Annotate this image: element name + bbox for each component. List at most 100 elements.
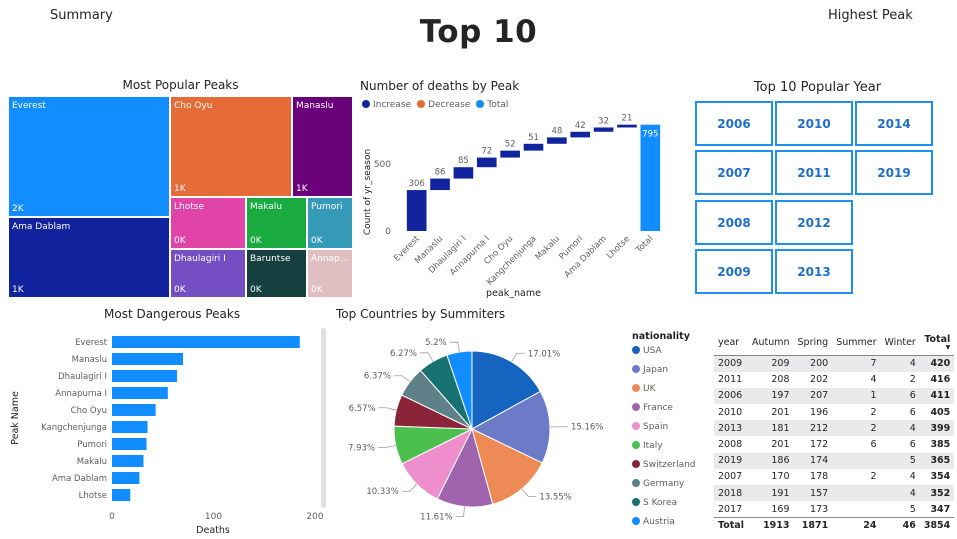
matrix-header-year[interactable]: year <box>714 334 748 356</box>
deaths-waterfall-chart: Count of yr_season 0500306Everest86Manasl… <box>363 114 661 299</box>
legend-label: Italy <box>643 441 663 451</box>
bar-chart-scrollbar[interactable] <box>321 328 326 508</box>
table-row: 2018 191 157 4 352 <box>714 485 955 502</box>
pie-data-label: 13.55% <box>539 493 571 503</box>
pie-legend-item-france[interactable]: France <box>632 403 673 413</box>
pie-legend-item-austria[interactable]: Austria <box>632 517 675 527</box>
treemap-cell-value: 1K <box>12 285 24 295</box>
treemap-cell-makalu[interactable]: Makalu 0K <box>246 197 307 249</box>
legend-label: USA <box>643 346 662 356</box>
bar-ama-dablam[interactable] <box>112 472 140 484</box>
treemap-cell-everest[interactable]: Everest 2K <box>8 96 170 217</box>
bar-kangchenjunga[interactable] <box>112 421 148 433</box>
bar-chart-title: Most Dangerous Peaks <box>104 307 241 321</box>
table-row: 2009 209 200 7 4 420 <box>714 355 955 372</box>
legend-dot-icon <box>476 100 485 108</box>
treemap-cell-baruntse[interactable]: Baruntse 0K <box>246 249 307 298</box>
treemap-cell-lhotse[interactable]: Lhotse 0K <box>170 197 246 249</box>
table-cell: 399 <box>919 420 955 437</box>
highest-peak-nav-link[interactable]: Highest Peak <box>828 8 913 23</box>
bar-dhaulagiri-i[interactable] <box>112 370 177 382</box>
treemap-cell-dhaulagiri-i[interactable]: Dhaulagiri I 0K <box>170 249 246 298</box>
waterfall-data-label: 52 <box>505 140 516 150</box>
treemap-cell-annap[interactable]: Annap... 0K <box>307 249 353 298</box>
table-cell: 186 <box>747 452 794 469</box>
table-cell: 2007 <box>718 471 743 483</box>
table-cell: 197 <box>747 387 794 405</box>
year-button-2014[interactable]: 2014 <box>855 101 933 146</box>
matrix-header-winter[interactable]: Winter <box>881 334 920 356</box>
waterfall-data-label: 42 <box>575 121 586 131</box>
waterfall-bar-ama-dablam[interactable] <box>593 127 614 132</box>
table-row: 2013 181 212 2 4 399 <box>714 420 955 437</box>
bar-annapurna-i[interactable] <box>112 387 168 399</box>
pie-leader-line <box>449 341 460 353</box>
table-cell: 201 <box>771 406 790 418</box>
bar-category-label: Dhaulagiri I <box>58 372 107 382</box>
waterfall-x-tick: Makalu <box>534 234 562 262</box>
waterfall-bar-manaslu[interactable] <box>430 178 450 191</box>
treemap-cell-label: Makalu <box>250 202 283 212</box>
table-cell: 209 <box>747 355 794 372</box>
table-total-cell: 1913 <box>747 516 794 534</box>
year-button-2006[interactable]: 2006 <box>695 101 773 146</box>
waterfall-bar-makalu[interactable] <box>547 137 567 144</box>
pie-legend-item-s-korea[interactable]: S Korea <box>632 498 677 508</box>
pie-legend-item-japan[interactable]: Japan <box>632 365 668 375</box>
treemap-cell-ama-dablam[interactable]: Ama Dablam 1K <box>8 217 170 298</box>
legend-label: France <box>643 403 673 413</box>
waterfall-bar-dhaulagiri-i[interactable] <box>453 167 474 179</box>
table-cell: 420 <box>919 355 955 372</box>
year-button-2013[interactable]: 2013 <box>775 249 853 294</box>
treemap-cell-cho-oyu[interactable]: Cho Oyu 1K <box>170 96 292 197</box>
legend-dot-icon <box>417 100 426 108</box>
pie-legend-item-spain[interactable]: Spain <box>632 422 668 432</box>
pie-legend-item-switzerland[interactable]: Switzerland <box>632 460 696 470</box>
pie-legend-item-usa[interactable]: USA <box>632 346 662 356</box>
bar-lhotse[interactable] <box>112 489 131 501</box>
sort-desc-icon[interactable]: ▼ <box>924 345 951 351</box>
waterfall-bar-pumori[interactable] <box>570 131 591 138</box>
year-button-2010[interactable]: 2010 <box>775 101 853 146</box>
waterfall-bar-total[interactable] <box>640 124 661 231</box>
year-button-2011[interactable]: 2011 <box>775 150 853 195</box>
waterfall-bar-cho-oyu[interactable] <box>500 150 520 158</box>
matrix-header-spring[interactable]: Spring <box>794 334 833 356</box>
table-cell: 352 <box>919 485 955 502</box>
treemap-cell-pumori[interactable]: Pumori 0K <box>307 197 353 249</box>
bar-pumori[interactable] <box>112 438 147 450</box>
pie-legend-item-uk[interactable]: UK <box>632 384 656 394</box>
year-button-2009[interactable]: 2009 <box>695 249 773 294</box>
pie-leader-line <box>401 483 418 492</box>
year-button-2007[interactable]: 2007 <box>695 150 773 195</box>
waterfall-bar-annapurna-i[interactable] <box>476 157 497 168</box>
bar-cho-oyu[interactable] <box>112 404 156 416</box>
table-cell: 170 <box>771 471 790 483</box>
table-cell: 202 <box>810 374 829 386</box>
waterfall-bar-lhotse[interactable] <box>617 124 637 128</box>
year-button-2008[interactable]: 2008 <box>695 200 773 245</box>
table-cell: 208 <box>771 374 790 386</box>
treemap-cell-value: 0K <box>311 285 323 295</box>
treemap-cell-manaslu[interactable]: Manaslu 1K <box>292 96 353 197</box>
pie-data-label: 5.2% <box>425 338 447 348</box>
pie-leader-line <box>511 352 525 363</box>
waterfall-bar-kangchenjunga[interactable] <box>523 143 544 151</box>
table-cell: 365 <box>919 452 955 469</box>
table-cell: 4 <box>880 355 920 372</box>
waterfall-bar-everest[interactable] <box>406 190 427 231</box>
matrix-header-summer[interactable]: Summer <box>832 334 880 356</box>
pie-legend-item-italy[interactable]: Italy <box>632 441 663 451</box>
matrix-header-total[interactable]: Total ▼ <box>920 334 954 356</box>
bar-makalu[interactable] <box>112 455 144 467</box>
year-button-2019[interactable]: 2019 <box>855 150 933 195</box>
waterfall-x-tick: Ama Dablam <box>563 234 609 280</box>
year-button-2012[interactable]: 2012 <box>775 200 853 245</box>
matrix-header-autumn[interactable]: Autumn <box>748 334 794 356</box>
bar-manaslu[interactable] <box>112 353 184 365</box>
page-title: Top 10 <box>419 14 538 50</box>
bar-everest[interactable] <box>112 336 300 348</box>
table-cell: 2013 <box>714 420 748 437</box>
legend-label: Japan <box>643 365 669 375</box>
pie-legend-item-germany[interactable]: Germany <box>632 479 684 489</box>
